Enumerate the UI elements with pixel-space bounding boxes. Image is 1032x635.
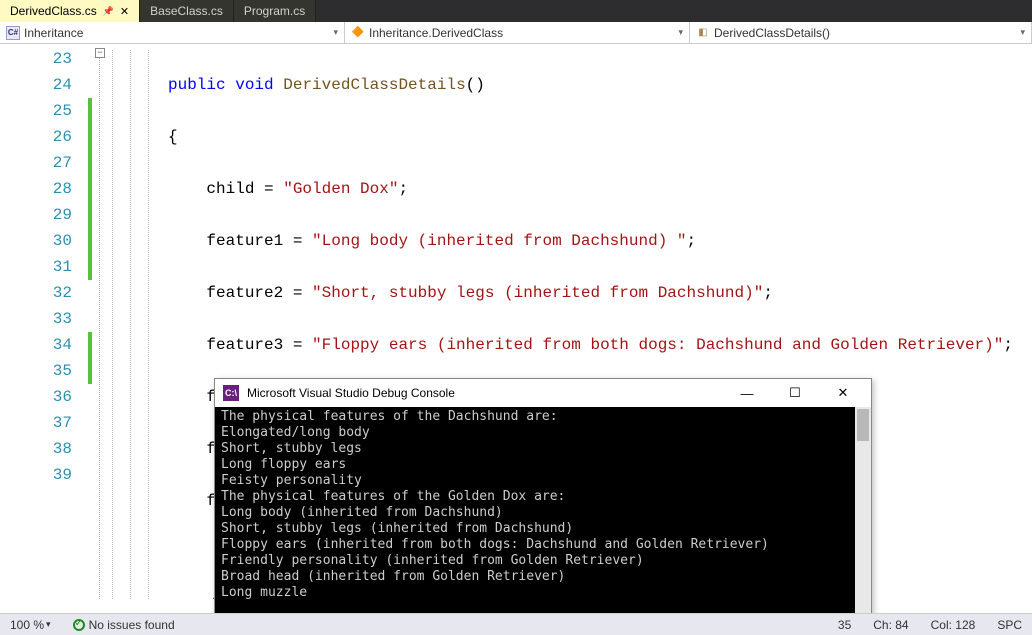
status-indent-mode[interactable]: SPC <box>993 618 1026 632</box>
console-line: Long muzzle <box>221 585 865 601</box>
console-line: Elongated/long body <box>221 425 865 441</box>
pin-icon[interactable]: 📌 <box>103 6 114 17</box>
project-dropdown[interactable]: C# Inheritance ▾ <box>0 22 345 43</box>
csharp-project-icon: C# <box>6 26 20 40</box>
project-dropdown-label: Inheritance <box>24 26 83 40</box>
console-line: Broad head (inherited from Golden Retrie… <box>221 569 865 585</box>
console-title-text: Microsoft Visual Studio Debug Console <box>247 386 455 400</box>
console-line: Floppy ears (inherited from both dogs: D… <box>221 537 865 553</box>
indent-guides <box>108 44 168 599</box>
vs-console-icon: C:\ <box>223 385 239 401</box>
maximize-button[interactable]: ☐ <box>775 385 815 401</box>
member-dropdown-label: DerivedClassDetails() <box>714 26 830 40</box>
class-dropdown[interactable]: 🔶 Inheritance.DerivedClass ▾ <box>345 22 690 43</box>
line-number-gutter: 23 24 25 26 27 28 29 30 31 32 33 34 35 3… <box>0 44 88 599</box>
console-title-bar[interactable]: C:\ Microsoft Visual Studio Debug Consol… <box>215 379 871 407</box>
chevron-down-icon: ▾ <box>1020 27 1025 38</box>
close-icon[interactable]: ✕ <box>120 5 129 18</box>
console-line: Long body (inherited from Dachshund) <box>221 505 865 521</box>
console-line: The physical features of the Dachshund a… <box>221 409 865 425</box>
class-dropdown-label: Inheritance.DerivedClass <box>369 26 503 40</box>
check-icon <box>73 619 85 631</box>
zoom-label: 100 % <box>10 618 44 632</box>
console-scrollbar[interactable] <box>855 407 871 631</box>
chevron-down-icon: ▾ <box>46 619 51 630</box>
console-line: Short, stubby legs <box>221 441 865 457</box>
code-outline-bar[interactable]: − <box>94 44 108 599</box>
chevron-down-icon: ▾ <box>333 27 338 38</box>
status-bar: 100 % ▾ No issues found 35 Ch: 84 Col: 1… <box>0 613 1032 635</box>
tab-baseclass[interactable]: BaseClass.cs <box>140 0 234 22</box>
file-tab-bar: DerivedClass.cs 📌 ✕ BaseClass.cs Program… <box>0 0 1032 22</box>
scrollbar-thumb[interactable] <box>857 409 869 441</box>
chevron-down-icon: ▾ <box>678 27 683 38</box>
console-line: The physical features of the Golden Dox … <box>221 489 865 505</box>
collapse-toggle-icon[interactable]: − <box>95 48 105 58</box>
tab-label: BaseClass.cs <box>150 4 223 18</box>
console-line: Long floppy ears <box>221 457 865 473</box>
status-col: Col: 128 <box>927 618 980 632</box>
issues-label: No issues found <box>89 618 175 632</box>
tab-label: DerivedClass.cs <box>10 4 97 18</box>
class-icon: 🔶 <box>351 26 365 40</box>
status-line-partial: 35 <box>834 618 855 632</box>
member-dropdown[interactable]: ◧ DerivedClassDetails() ▾ <box>690 22 1032 43</box>
console-output[interactable]: The physical features of the Dachshund a… <box>215 407 871 631</box>
console-line: Short, stubby legs (inherited from Dachs… <box>221 521 865 537</box>
debug-console-window[interactable]: C:\ Microsoft Visual Studio Debug Consol… <box>214 378 872 632</box>
navigation-bar: C# Inheritance ▾ 🔶 Inheritance.DerivedCl… <box>0 22 1032 44</box>
console-line: Feisty personality <box>221 473 865 489</box>
method-icon: ◧ <box>696 26 710 40</box>
close-button[interactable]: ✕ <box>823 385 863 401</box>
issues-indicator[interactable]: No issues found <box>69 618 179 632</box>
tab-program[interactable]: Program.cs <box>234 0 316 22</box>
console-line: Friendly personality (inherited from Gol… <box>221 553 865 569</box>
status-ch: Ch: 84 <box>869 618 912 632</box>
tab-derivedclass[interactable]: DerivedClass.cs 📌 ✕ <box>0 0 140 22</box>
zoom-control[interactable]: 100 % ▾ <box>6 618 55 632</box>
tab-label: Program.cs <box>244 4 305 18</box>
minimize-button[interactable]: — <box>727 386 767 401</box>
